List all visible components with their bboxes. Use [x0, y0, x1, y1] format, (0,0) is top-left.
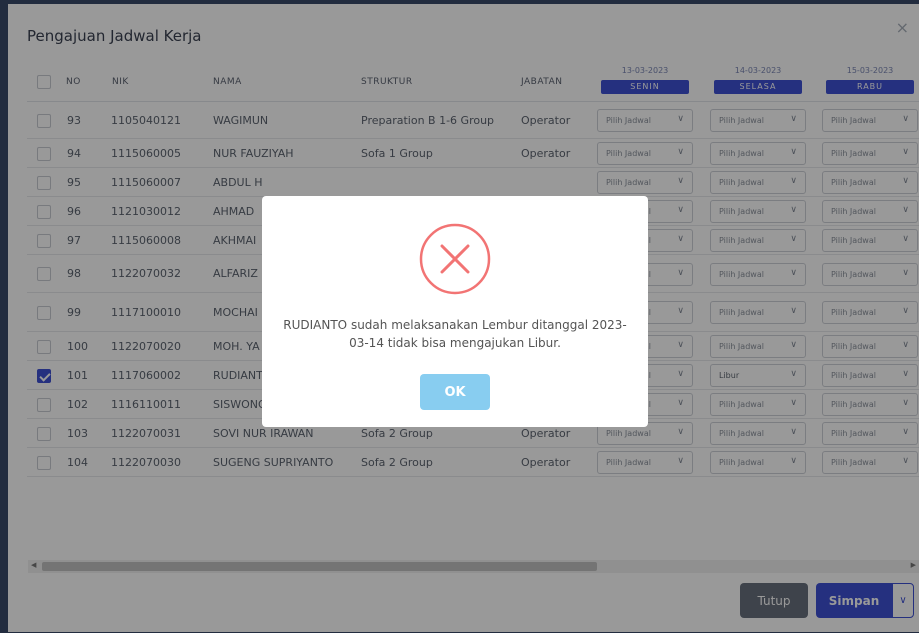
- error-dialog: RUDIANTO sudah melaksanakan Lembur ditan…: [262, 196, 648, 427]
- error-x-icon: [419, 223, 491, 295]
- dialog-message: RUDIANTO sudah melaksanakan Lembur ditan…: [283, 318, 627, 350]
- ok-button[interactable]: OK: [420, 374, 490, 410]
